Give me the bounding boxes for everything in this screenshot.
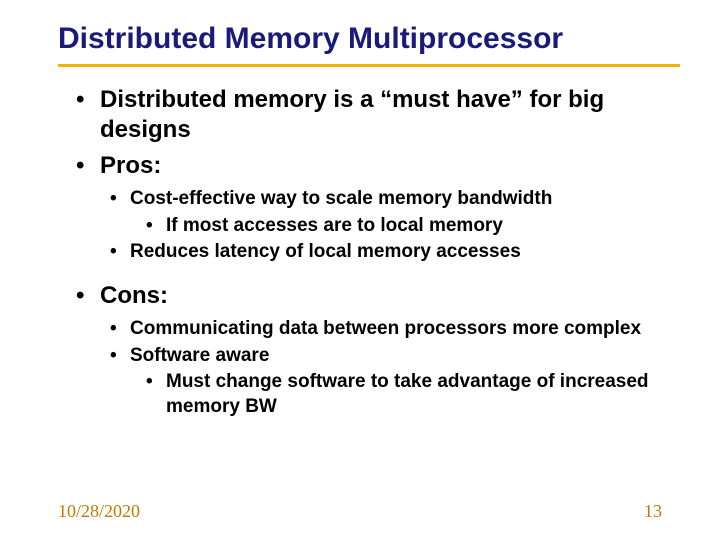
bullet-icon: • (146, 214, 153, 239)
bullet-icon: • (110, 317, 117, 342)
bullet-text: Software aware (130, 345, 269, 366)
bullet-cons-1: • Communicating data between processors … (58, 317, 672, 342)
bullet-text: If most accesses are to local memory (166, 215, 503, 236)
bullet-cons-2: • Software aware (58, 344, 672, 369)
bullet-icon: • (146, 370, 153, 395)
bullet-text: Cons: (100, 282, 168, 309)
bullet-icon: • (76, 85, 84, 115)
bullet-icon: • (110, 344, 117, 369)
bullet-icon: • (76, 281, 84, 311)
title-underline (58, 64, 680, 67)
slide-title: Distributed Memory Multiprocessor (0, 22, 720, 64)
bullet-icon: • (76, 151, 84, 181)
slide-content: • Distributed memory is a “must have” fo… (0, 85, 720, 420)
bullet-text: Distributed memory is a “must have” for … (100, 86, 604, 143)
bullet-text: Communicating data between processors mo… (130, 318, 641, 339)
slide: Distributed Memory Multiprocessor • Dist… (0, 0, 720, 540)
bullet-intro: • Distributed memory is a “must have” fo… (58, 85, 672, 145)
slide-footer: 10/28/2020 13 (58, 501, 662, 522)
footer-page-number: 13 (644, 501, 662, 522)
bullet-pros-1: • Cost-effective way to scale memory ban… (58, 187, 672, 212)
bullet-pros-label: • Pros: (58, 151, 672, 181)
bullet-text: Cost-effective way to scale memory bandw… (130, 188, 552, 209)
bullet-text: Must change software to take advantage o… (166, 371, 649, 417)
bullet-text: Reduces latency of local memory accesses (130, 241, 521, 262)
bullet-pros-1a: • If most accesses are to local memory (58, 214, 672, 239)
bullet-cons-label: • Cons: (58, 281, 672, 311)
bullet-pros-2: • Reduces latency of local memory access… (58, 240, 672, 265)
bullet-icon: • (110, 240, 117, 265)
bullet-text: Pros: (100, 152, 161, 179)
bullet-cons-2a: • Must change software to take advantage… (58, 370, 672, 419)
bullet-icon: • (110, 187, 117, 212)
footer-date: 10/28/2020 (58, 501, 140, 522)
